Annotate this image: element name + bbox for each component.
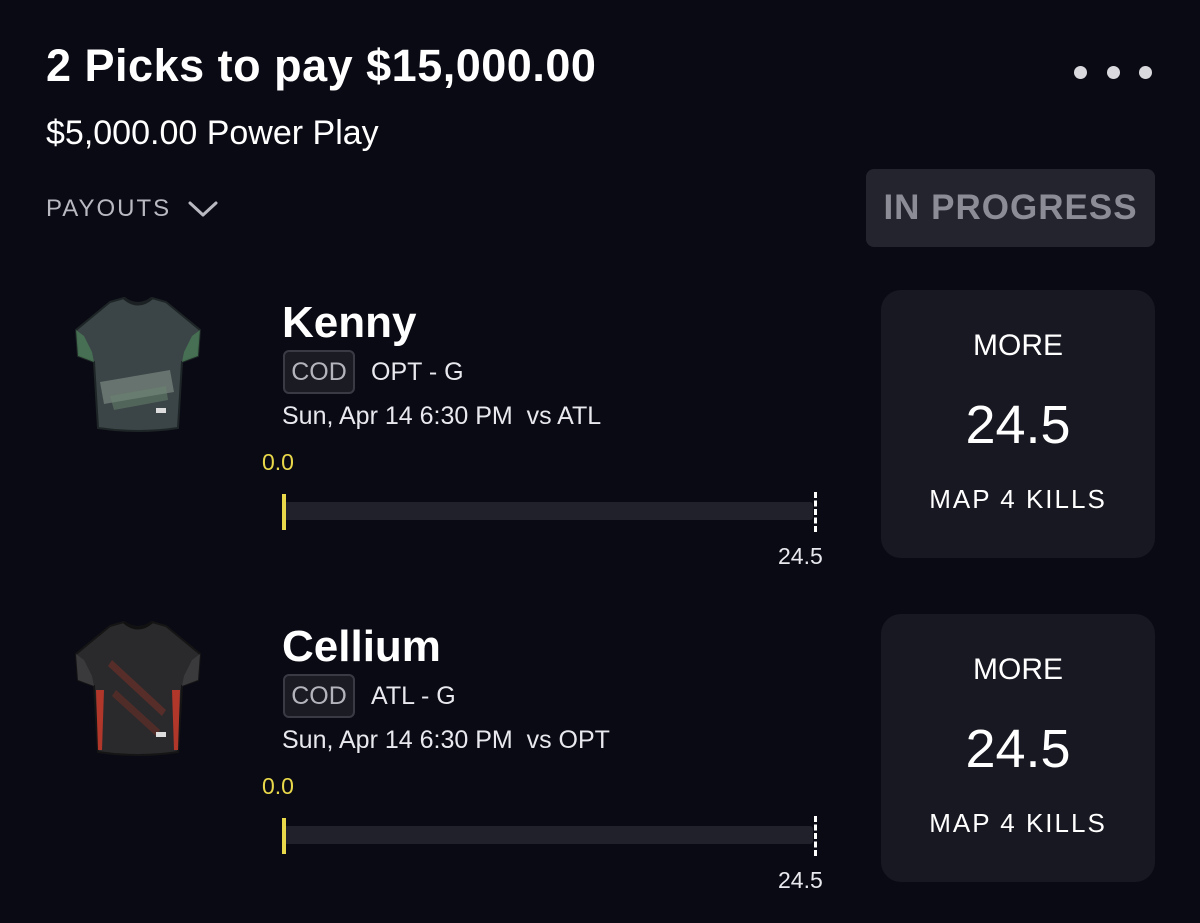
projection-line: 24.5 [965, 719, 1071, 779]
progress-target-line [814, 492, 817, 532]
entry-subtitle: $5,000.00 Power Play [46, 114, 379, 152]
game-info: Sun, Apr 14 6:30 PM vs OPT [282, 722, 610, 758]
header-title: 2 Picks to pay $15,000.00 [46, 40, 597, 91]
game-info: Sun, Apr 14 6:30 PM vs ATL [282, 398, 601, 434]
progress-marker [282, 494, 286, 530]
team-position: ATL - G [371, 682, 456, 710]
jersey-icon [74, 620, 202, 756]
pick-card[interactable]: Cellium COD ATL - G Sun, Apr 14 6:30 PM … [0, 614, 1200, 920]
pick-direction: MORE [973, 329, 1063, 362]
progress-current-value: 0.0 [262, 449, 294, 475]
progress-marker [282, 818, 286, 854]
projection-card[interactable]: MORE 24.5 MAP 4 KILLS [881, 290, 1155, 558]
game-time: Sun, Apr 14 6:30 PM [282, 402, 513, 430]
status-badge: IN PROGRESS [866, 169, 1155, 247]
progress-current-value: 0.0 [262, 773, 294, 799]
payouts-toggle[interactable]: PAYOUTS [46, 192, 219, 226]
more-dot [1139, 65, 1152, 79]
progress-target-value: 24.5 [778, 543, 823, 569]
game-time: Sun, Apr 14 6:30 PM [282, 726, 513, 754]
progress-target-line [814, 816, 817, 856]
stat-type: MAP 4 KILLS [929, 808, 1107, 838]
opponent: vs ATL [526, 402, 602, 430]
pick-card[interactable]: Kenny COD OPT - G Sun, Apr 14 6:30 PM vs… [0, 290, 1200, 596]
more-dot [1074, 65, 1087, 79]
player-name: Cellium [282, 622, 441, 671]
player-name: Kenny [282, 298, 417, 347]
stat-type: MAP 4 KILLS [929, 484, 1107, 514]
more-dot [1106, 65, 1120, 79]
projection-card[interactable]: MORE 24.5 MAP 4 KILLS [881, 614, 1155, 882]
league-badge: COD [283, 674, 355, 718]
pick-direction: MORE [973, 653, 1063, 686]
opponent: vs OPT [526, 726, 610, 754]
league-badge: COD [283, 350, 355, 394]
jersey-icon [74, 296, 202, 432]
progress-target-value: 24.5 [778, 867, 823, 893]
team-position: OPT - G [371, 358, 464, 386]
chevron-down-icon [188, 201, 218, 217]
payouts-label: PAYOUTS [46, 195, 172, 222]
projection-line: 24.5 [965, 395, 1071, 455]
progress-track [283, 826, 813, 844]
more-menu-icon[interactable] [1068, 58, 1158, 86]
progress-track [283, 502, 813, 520]
